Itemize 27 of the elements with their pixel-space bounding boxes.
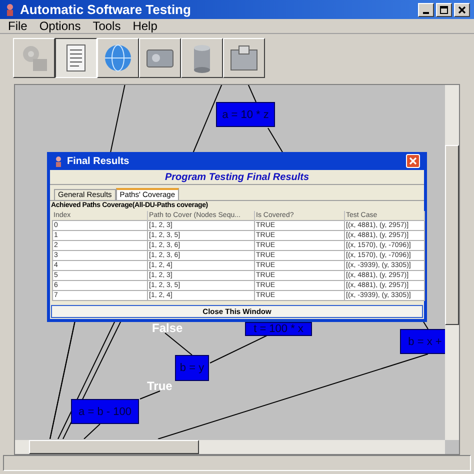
- menu-item[interactable]: Help: [132, 17, 158, 35]
- maximize-button[interactable]: [436, 2, 452, 16]
- toolbar-button[interactable]: [55, 38, 97, 78]
- menu-item[interactable]: Tools: [92, 17, 121, 35]
- scroll-thumb[interactable]: [445, 145, 459, 325]
- graph-node: a = b - 100: [71, 399, 139, 424]
- maximize-icon: [439, 4, 449, 14]
- dialog-title: Final Results: [67, 154, 130, 168]
- app-icon: [4, 2, 16, 16]
- close-icon: [409, 157, 417, 165]
- minimize-icon: [423, 12, 429, 14]
- dialog-heading: Program Testing Final Results: [50, 170, 424, 185]
- window-title: Automatic Software Testing: [20, 0, 192, 19]
- graph-node: b = y: [175, 355, 209, 381]
- edge-label: False: [152, 320, 183, 337]
- horizontal-scrollbar[interactable]: [15, 440, 445, 454]
- app-icon: [54, 156, 63, 166]
- scroll-thumb[interactable]: [29, 440, 199, 454]
- vertical-scrollbar[interactable]: [445, 85, 459, 440]
- close-button[interactable]: [454, 2, 470, 16]
- edge-label: True: [147, 378, 172, 395]
- menu-item[interactable]: File: [8, 17, 28, 35]
- graph-node: a = 10 * z: [216, 102, 275, 127]
- graph-node: t = 100 * x: [245, 322, 312, 336]
- close-icon: [457, 4, 467, 14]
- minimize-button[interactable]: [418, 2, 434, 16]
- menu-item[interactable]: Options: [39, 17, 81, 35]
